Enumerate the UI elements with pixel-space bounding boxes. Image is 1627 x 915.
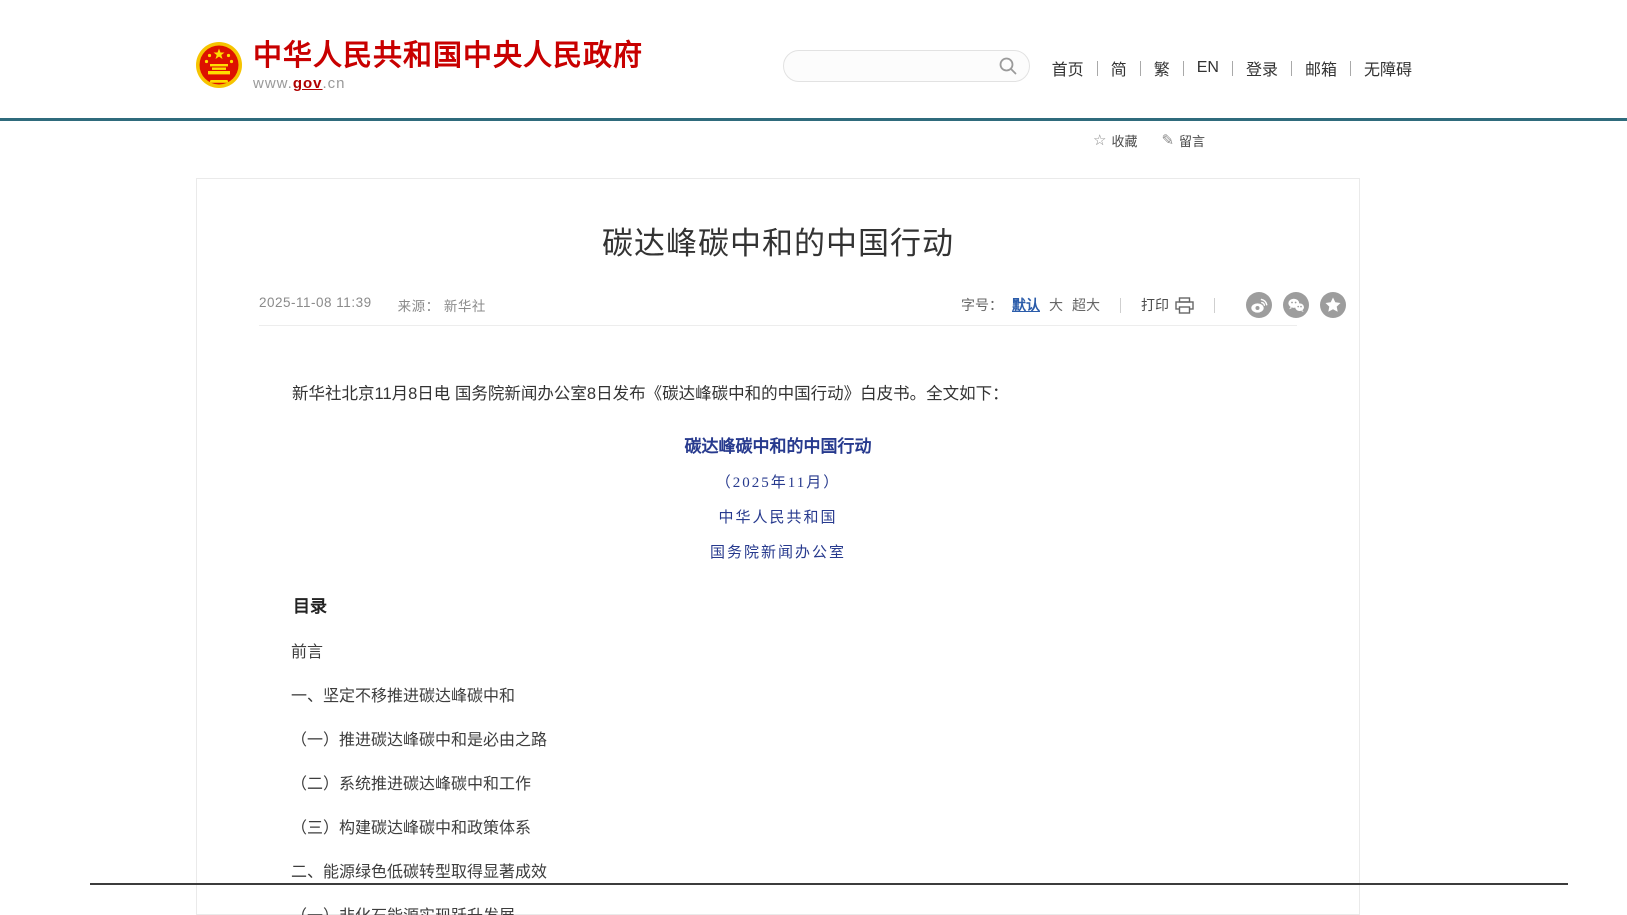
printer-icon[interactable] (1175, 297, 1194, 314)
divider (1214, 298, 1215, 313)
top-nav: 首页简繁EN登录邮箱无障碍 (1052, 56, 1412, 80)
document-title: 碳达峰碳中和的中国行动 (259, 432, 1297, 457)
article-meta: 2025-11-08 11:39 来源： 新华社 字号： 默认 大 超大 打印 (259, 291, 1297, 319)
font-size-default[interactable]: 默认 (1012, 295, 1040, 315)
site-title: 中华人民共和国中央人民政府 (253, 40, 643, 72)
site-url[interactable]: www.gov.cn (253, 75, 643, 92)
star-icon: ☆ (1093, 133, 1106, 148)
source-wrap: 来源： 新华社 (398, 295, 486, 315)
viewport-bottom-edge (90, 883, 1568, 885)
weibo-icon (1246, 292, 1272, 318)
nav-link[interactable]: 繁 (1154, 56, 1197, 80)
url-cn: .cn (323, 75, 346, 92)
share-wechat-button[interactable] (1283, 292, 1309, 318)
header-divider (0, 118, 1627, 121)
search-box[interactable] (783, 50, 1030, 82)
print-button[interactable]: 打印 (1141, 295, 1169, 315)
site-brand[interactable]: 中华人民共和国中央人民政府 www.gov.cn (195, 40, 643, 92)
nav-link[interactable]: 无障碍 (1364, 56, 1412, 80)
meta-right: 字号： 默认 大 超大 打印 (961, 292, 1346, 318)
share-qzone-button[interactable] (1320, 292, 1346, 318)
site-header: 中华人民共和国中央人民政府 www.gov.cn 首页简繁EN登录邮箱无障碍 (0, 0, 1627, 118)
toc-item: （一）推进碳达峰碳中和是必由之路 (291, 732, 1297, 749)
toc-heading: 目录 (259, 592, 1297, 617)
font-size-large[interactable]: 大 (1049, 295, 1063, 315)
font-size-label: 字号： (961, 295, 1003, 315)
meta-divider (259, 325, 1297, 326)
nav-link[interactable]: 简 (1111, 56, 1154, 80)
nav-link[interactable]: EN (1197, 59, 1246, 77)
search-button[interactable] (997, 55, 1019, 77)
search-icon (998, 56, 1018, 76)
document-org-line1: 中华人民共和国 (259, 506, 1297, 527)
page-actions: ☆ 收藏 ✎ 留言 (1093, 131, 1205, 150)
favorite-label: 收藏 (1111, 131, 1137, 150)
table-of-contents: 前言一、坚定不移推进碳达峰碳中和 （一）推进碳达峰碳中和是必由之路 （二）系统推进碳… (259, 644, 1297, 915)
toc-item: 前言 (291, 644, 1297, 661)
url-www: www. (253, 75, 293, 92)
toc-item: （一）非化石能源实现跃升发展 (291, 908, 1297, 915)
page: 中华人民共和国中央人民政府 www.gov.cn 首页简繁EN登录邮箱无障碍 ☆… (0, 0, 1627, 915)
toc-item: 二、能源绿色低碳转型取得显著成效 (291, 864, 1297, 881)
publish-date: 2025-11-08 11:39 (259, 295, 372, 315)
divider (1120, 298, 1121, 313)
nav-link[interactable]: 首页 (1052, 56, 1111, 80)
favorite-button[interactable]: ☆ 收藏 (1093, 131, 1137, 150)
url-gov: gov (293, 75, 323, 92)
wechat-icon (1283, 292, 1309, 318)
search-input[interactable] (800, 58, 997, 74)
document-date: （2025年11月） (259, 471, 1297, 492)
article-title: 碳达峰碳中和的中国行动 (259, 223, 1297, 265)
toc-item: 一、坚定不移推进碳达峰碳中和 (291, 688, 1297, 705)
source-label: 来源： (398, 299, 440, 314)
article-container: 碳达峰碳中和的中国行动 2025-11-08 11:39 来源： 新华社 字号：… (196, 178, 1360, 915)
font-size-xlarge[interactable]: 超大 (1072, 295, 1100, 315)
share-weibo-button[interactable] (1246, 292, 1272, 318)
lead-paragraph: 新华社北京11月8日电 国务院新闻办公室8日发布《碳达峰碳中和的中国行动》白皮书… (259, 382, 1297, 406)
meta-left: 2025-11-08 11:39 来源： 新华社 (259, 295, 486, 315)
brand-text: 中华人民共和国中央人民政府 www.gov.cn (253, 40, 643, 92)
qzone-star-icon (1320, 292, 1346, 318)
source-value[interactable]: 新华社 (444, 299, 486, 314)
pencil-icon: ✎ (1161, 133, 1174, 148)
comment-button[interactable]: ✎ 留言 (1161, 131, 1205, 150)
comment-label: 留言 (1179, 131, 1205, 150)
nav-link[interactable]: 登录 (1246, 56, 1305, 80)
national-emblem-logo (195, 40, 243, 92)
document-org-line2: 国务院新闻办公室 (259, 541, 1297, 562)
nav-link[interactable]: 邮箱 (1305, 56, 1364, 80)
toc-item: （三）构建碳达峰碳中和政策体系 (291, 820, 1297, 837)
toc-item: （二）系统推进碳达峰碳中和工作 (291, 776, 1297, 793)
